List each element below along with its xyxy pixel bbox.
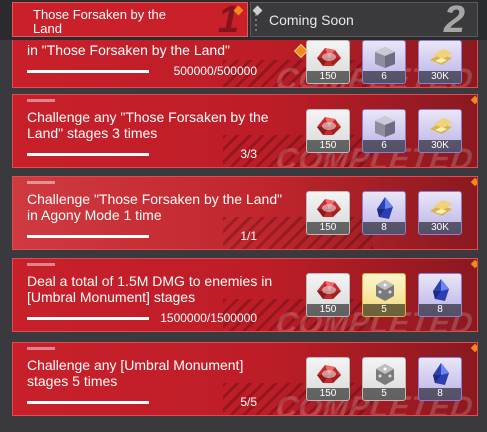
reward-item[interactable]: 30K [418,40,462,84]
blue-crystal-icon [427,277,455,303]
mission-card[interactable]: Challenge any "Those Forsaken by the Lan… [12,94,478,168]
side-marker-icon [470,95,477,105]
red-crystal-icon [315,44,343,70]
mission-title: in "Those Forsaken by the Land" [27,42,230,58]
mission-card[interactable]: in "Those Forsaken by the Land" 500000/5… [12,40,478,88]
reward-qty: 5 [363,304,405,316]
reward-item[interactable]: 8 [418,357,462,401]
reward-qty: 30K [419,222,461,234]
gold-bars-icon [427,195,455,221]
mission-card[interactable]: Challenge "Those Forsaken by the Land" i… [12,176,478,250]
mission-title: Challenge "Those Forsaken by the Land" i… [27,191,283,223]
reward-qty: 150 [307,71,349,83]
reward-qty: 8 [363,222,405,234]
tab-number: 2 [443,2,465,37]
red-crystal-icon [315,361,343,387]
reward-qty: 150 [307,140,349,152]
metal-chest-icon [371,113,399,139]
reward-qty: 30K [419,71,461,83]
tab-label: Those Forsaken by the Land [33,7,166,36]
reward-qty: 6 [363,71,405,83]
card-tag [27,181,55,184]
gold-bars-icon [427,44,455,70]
reward-item[interactable]: 150 [306,191,350,235]
mission-title: Deal a total of 1.5M DMG to enemies in [… [27,273,273,305]
progress-text: 3/3 [240,147,257,161]
reward-qty: 8 [419,304,461,316]
red-crystal-icon [315,195,343,221]
reward-item[interactable]: 150 [306,357,350,401]
tab-label: Coming Soon [269,12,354,28]
reward-item[interactable]: 5 [362,357,406,401]
mission-card[interactable]: Deal a total of 1.5M DMG to enemies in [… [12,258,478,332]
reward-item[interactable]: 150 [306,273,350,317]
reward-item[interactable]: 6 [362,40,406,84]
gold-bars-icon [427,113,455,139]
dice-cube-icon [371,361,399,387]
reward-item[interactable]: 6 [362,109,406,153]
reward-item[interactable]: 150 [306,40,350,84]
tab-those-forsaken[interactable]: Those Forsaken by the Land 1 [12,2,248,37]
red-crystal-icon [315,277,343,303]
reward-qty: 8 [419,388,461,400]
progress-text: 1500000/1500000 [160,311,257,325]
card-tag [27,263,55,266]
card-tag [27,99,55,102]
reward-item[interactable]: 5 [362,273,406,317]
blue-crystal-icon [371,195,399,221]
mission-title: Challenge any "Those Forsaken by the Lan… [27,109,269,141]
mission-card[interactable]: Challenge any [Umbral Monument] stages 5… [12,342,478,416]
reward-item[interactable]: 8 [418,273,462,317]
reward-qty: 30K [419,140,461,152]
reward-qty: 5 [363,388,405,400]
card-tag [27,347,55,350]
reward-qty: 150 [307,388,349,400]
reward-item[interactable]: 150 [306,109,350,153]
mission-tabs: Those Forsaken by the Land 1 Coming Soon… [0,0,487,40]
side-marker-icon [470,259,477,269]
progress-text: 1/1 [240,229,257,243]
blue-crystal-icon [427,361,455,387]
reward-item[interactable]: 8 [362,191,406,235]
red-crystal-icon [315,113,343,139]
side-marker-icon [470,177,477,187]
reward-qty: 6 [363,140,405,152]
reward-item[interactable]: 30K [418,191,462,235]
mission-title: Challenge any [Umbral Monument] stages 5… [27,357,244,389]
dice-cube-icon [371,277,399,303]
reward-item[interactable]: 30K [418,109,462,153]
metal-chest-icon [371,44,399,70]
progress-text: 5/5 [240,395,257,409]
progress-text: 500000/500000 [173,64,257,78]
side-marker-icon [470,343,477,353]
reward-qty: 150 [307,222,349,234]
tab-coming-soon[interactable]: Coming Soon 2 [250,2,478,37]
reward-qty: 150 [307,304,349,316]
